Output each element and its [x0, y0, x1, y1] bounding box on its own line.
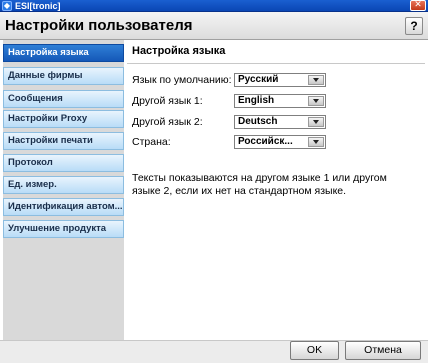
ok-button[interactable]: OK	[290, 341, 339, 360]
sidebar-item-messages[interactable]: Сообщения	[3, 90, 124, 108]
sidebar-item-print[interactable]: Настройки печати	[3, 132, 124, 150]
dropdown-button[interactable]	[308, 75, 324, 85]
other-language-1-value: English	[238, 95, 275, 106]
other-language-2-label: Другой язык 2:	[132, 116, 203, 128]
dialog-header: Настройки пользователя ?	[0, 12, 428, 40]
chevron-down-icon	[313, 78, 319, 82]
country-value: Российск...	[238, 136, 293, 147]
default-language-select[interactable]: Русский	[234, 73, 326, 87]
settings-sidebar: Настройка языка Данные фирмы Сообщения Н…	[3, 40, 124, 340]
sidebar-item-company-data[interactable]: Данные фирмы	[3, 67, 124, 85]
sidebar-item-proxy[interactable]: Настройки Proxy	[3, 110, 124, 128]
dropdown-button[interactable]	[308, 137, 324, 147]
language-settings-panel: Настройка языка Язык по умолчанию: Русск…	[127, 40, 425, 340]
info-text: Тексты показываются на другом языке 1 ил…	[132, 172, 387, 197]
other-language-2-select[interactable]: Deutsch	[234, 115, 326, 129]
country-label: Страна:	[132, 136, 171, 148]
chevron-down-icon	[313, 140, 319, 144]
other-language-1-select[interactable]: English	[234, 94, 326, 108]
help-button[interactable]: ?	[405, 17, 423, 35]
sidebar-item-language[interactable]: Настройка языка	[3, 44, 124, 62]
chevron-down-icon	[313, 99, 319, 103]
sidebar-item-protocol[interactable]: Протокол	[3, 154, 124, 172]
close-icon[interactable]: ✕	[410, 0, 426, 11]
other-language-2-value: Deutsch	[238, 116, 278, 127]
sidebar-item-product-improvement[interactable]: Улучшение продукта	[3, 220, 124, 238]
dropdown-button[interactable]	[308, 96, 324, 106]
section-title: Настройка языка	[127, 40, 425, 64]
dialog-title: Настройки пользователя	[5, 17, 193, 34]
app-icon: ◆	[2, 1, 12, 11]
dialog-footer: OK Отмена	[0, 340, 428, 363]
sidebar-item-vehicle-identification[interactable]: Идентификация автом...	[3, 198, 124, 216]
country-select[interactable]: Российск...	[234, 135, 326, 149]
dropdown-button[interactable]	[308, 117, 324, 127]
sidebar-item-units[interactable]: Ед. измер.	[3, 176, 124, 194]
cancel-button[interactable]: Отмена	[345, 341, 421, 360]
app-title: ESI[tronic]	[15, 1, 61, 11]
default-language-value: Русский	[238, 74, 279, 85]
default-language-label: Язык по умолчанию:	[132, 74, 232, 86]
chevron-down-icon	[313, 120, 319, 124]
window-title-bar[interactable]: ◆ ESI[tronic] ✕	[0, 0, 428, 12]
other-language-1-label: Другой язык 1:	[132, 95, 203, 107]
